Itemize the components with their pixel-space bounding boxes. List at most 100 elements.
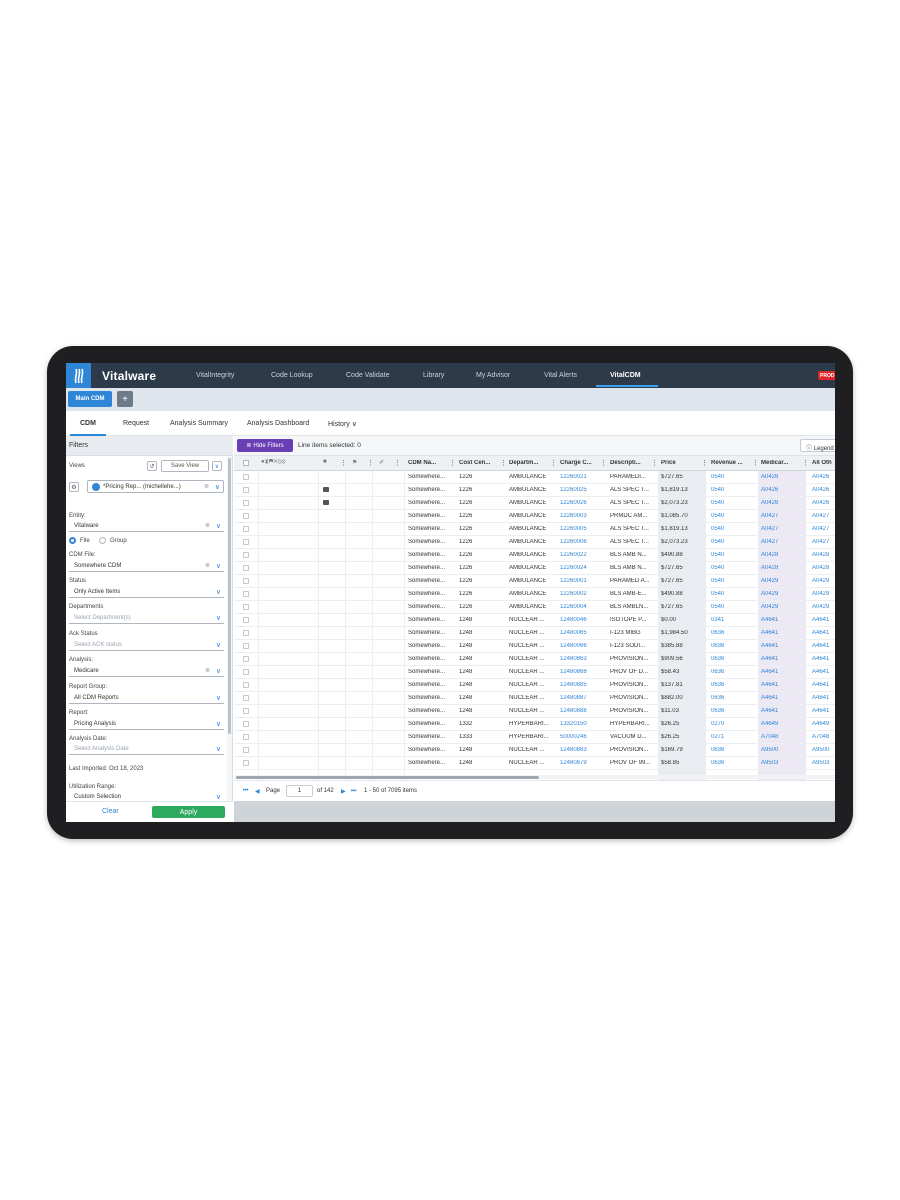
cell-medicare[interactable]: A0426: [761, 474, 801, 480]
cell-all-other[interactable]: A4641: [812, 630, 835, 636]
cell-charge-code[interactable]: 12260001: [560, 578, 600, 584]
cell-revenue-code[interactable]: 0540: [711, 604, 751, 610]
cell-all-other[interactable]: A4641: [812, 708, 835, 714]
paperclip-icon[interactable]: ⚑: [352, 459, 357, 466]
cell-all-other[interactable]: A4649: [812, 721, 835, 727]
row-checkbox[interactable]: [243, 552, 249, 558]
row-checkbox[interactable]: [243, 747, 249, 753]
column-menu-icon[interactable]: ⋮: [500, 459, 507, 467]
table-row[interactable]: Somewhere... 1226 AMBULANCE 12260021 PARAMED…: [234, 471, 835, 484]
clear-icon[interactable]: ⊗: [205, 562, 210, 569]
cell-all-other[interactable]: A9503: [812, 760, 835, 766]
table-row[interactable]: Somewhere... 1332 HYPERBARI... 13320150 HYPE…: [234, 718, 835, 731]
column-menu-icon[interactable]: ⋮: [651, 459, 658, 467]
nav-my-advisor[interactable]: My Advisor: [476, 372, 510, 379]
cell-all-other[interactable]: A0427: [812, 526, 835, 532]
report-select[interactable]: Pricing Analysis ∨: [69, 718, 224, 730]
cell-medicare[interactable]: A0427: [761, 513, 801, 519]
cell-all-other[interactable]: A0429: [812, 578, 835, 584]
row-checkbox[interactable]: [243, 734, 249, 740]
cell-medicare[interactable]: A0429: [761, 591, 801, 597]
apply-button[interactable]: Apply: [152, 806, 225, 818]
cell-medicare[interactable]: A4641: [761, 643, 801, 649]
cell-medicare[interactable]: A4641: [761, 656, 801, 662]
column-menu-icon[interactable]: ⋮: [394, 459, 401, 467]
cell-revenue-code[interactable]: 0636: [711, 760, 751, 766]
column-menu-icon[interactable]: ⋮: [449, 459, 456, 467]
table-row[interactable]: Somewhere... 1248 NUCLEAR ... 12480888 PROVI…: [234, 705, 835, 718]
row-checkbox[interactable]: [243, 591, 249, 597]
tab-analysis-summary[interactable]: Analysis Summary: [170, 420, 228, 427]
col-revenue-code[interactable]: Revenue ...: [711, 460, 749, 466]
row-checkbox[interactable]: [243, 708, 249, 714]
cell-medicare[interactable]: A4641: [761, 682, 801, 688]
column-menu-icon[interactable]: ⋮: [600, 459, 607, 467]
cell-all-other[interactable]: A9500: [812, 747, 835, 753]
row-checkbox[interactable]: [243, 760, 249, 766]
save-view-button[interactable]: Save View: [161, 460, 209, 472]
cell-medicare[interactable]: A0427: [761, 539, 801, 545]
comment-column-icon[interactable]: ■: [323, 459, 327, 465]
table-row[interactable]: Somewhere... 1226 AMBULANCE 12260001 PARAMED…: [234, 575, 835, 588]
cell-all-other[interactable]: A0426: [812, 487, 835, 493]
cell-revenue-code[interactable]: 0636: [711, 682, 751, 688]
chevron-down-icon[interactable]: ∨: [212, 461, 222, 471]
cell-revenue-code[interactable]: 0540: [711, 591, 751, 597]
add-tab-button[interactable]: +: [117, 391, 133, 407]
clear-button[interactable]: Clear: [102, 808, 119, 815]
comment-icon[interactable]: [323, 500, 329, 505]
cell-revenue-code[interactable]: 0270: [711, 721, 751, 727]
cell-revenue-code[interactable]: 0636: [711, 630, 751, 636]
cell-charge-code[interactable]: 12260024: [560, 565, 600, 571]
column-menu-icon[interactable]: ⋮: [367, 459, 374, 467]
col-cdm-name[interactable]: CDM Na...: [408, 460, 446, 466]
cell-revenue-code[interactable]: 0540: [711, 513, 751, 519]
analysis-date-select[interactable]: Select Analysis Date ∨: [69, 743, 224, 755]
cell-all-other[interactable]: A0427: [812, 513, 835, 519]
table-row[interactable]: Somewhere... 1226 AMBULANCE 12260026 ALS SPE…: [234, 497, 835, 510]
cell-charge-code[interactable]: 12480887: [560, 695, 600, 701]
cell-revenue-code[interactable]: 0540: [711, 539, 751, 545]
main-cdm-tab[interactable]: Main CDM: [68, 391, 112, 407]
cell-revenue-code[interactable]: 0271: [711, 734, 751, 740]
prev-page-icon[interactable]: ◀: [255, 788, 260, 795]
legend-button[interactable]: ⓘ Legend: [800, 439, 835, 452]
row-checkbox[interactable]: [243, 526, 249, 532]
cell-medicare[interactable]: A4641: [761, 708, 801, 714]
next-page-icon[interactable]: ▶: [341, 788, 346, 795]
cell-charge-code[interactable]: 12260003: [560, 513, 600, 519]
row-checkbox[interactable]: [243, 630, 249, 636]
utilization-range-select[interactable]: Custom Selection ∨: [69, 791, 224, 801]
column-menu-icon[interactable]: ⋮: [550, 459, 557, 467]
column-menu-icon[interactable]: ⋮: [802, 459, 809, 467]
cell-medicare[interactable]: A4641: [761, 695, 801, 701]
cell-all-other[interactable]: A4641: [812, 695, 835, 701]
nav-code-lookup[interactable]: Code Lookup: [271, 372, 313, 379]
nav-vitalintegrity[interactable]: VitalIntegrity: [196, 372, 234, 379]
cell-all-other[interactable]: A4641: [812, 656, 835, 662]
col-charge-code[interactable]: Charge C...: [560, 460, 598, 466]
table-row[interactable]: Somewhere... 1226 AMBULANCE 12260025 ALS SPE…: [234, 484, 835, 497]
row-checkbox[interactable]: [243, 669, 249, 675]
nav-code-validate[interactable]: Code Validate: [346, 372, 389, 379]
row-checkbox[interactable]: [243, 578, 249, 584]
cell-charge-code[interactable]: 12260021: [560, 474, 600, 480]
table-row[interactable]: Somewhere... 1333 HYPERBARI... 50000246 VACU…: [234, 731, 835, 744]
departments-select[interactable]: Select Department(s) ∨: [69, 612, 224, 624]
cell-revenue-code[interactable]: 0636: [711, 695, 751, 701]
cell-all-other[interactable]: A0427: [812, 539, 835, 545]
table-row[interactable]: Somewhere... 1226 AMBULANCE 12260022 BLS AMB…: [234, 549, 835, 562]
cell-all-other[interactable]: A4641: [812, 643, 835, 649]
cell-charge-code[interactable]: 12260026: [560, 500, 600, 506]
row-checkbox[interactable]: [243, 656, 249, 662]
nav-vitalcdm[interactable]: VitalCDM: [610, 372, 641, 379]
clear-icon[interactable]: ⊗: [205, 522, 210, 529]
cell-medicare[interactable]: A4641: [761, 630, 801, 636]
tab-cdm[interactable]: CDM: [80, 420, 96, 427]
row-checkbox[interactable]: [243, 474, 249, 480]
table-row[interactable]: Somewhere... 1248 NUCLEAR ... 12480046 ISOTO…: [234, 614, 835, 627]
table-row[interactable]: Somewhere... 1248 NUCLEAR ... 12480887 PROVI…: [234, 692, 835, 705]
cell-medicare[interactable]: A4641: [761, 669, 801, 675]
cdm-file-select[interactable]: Somewhere CDM ⊗ ∨: [69, 560, 224, 572]
cell-medicare[interactable]: A9500: [761, 747, 801, 753]
